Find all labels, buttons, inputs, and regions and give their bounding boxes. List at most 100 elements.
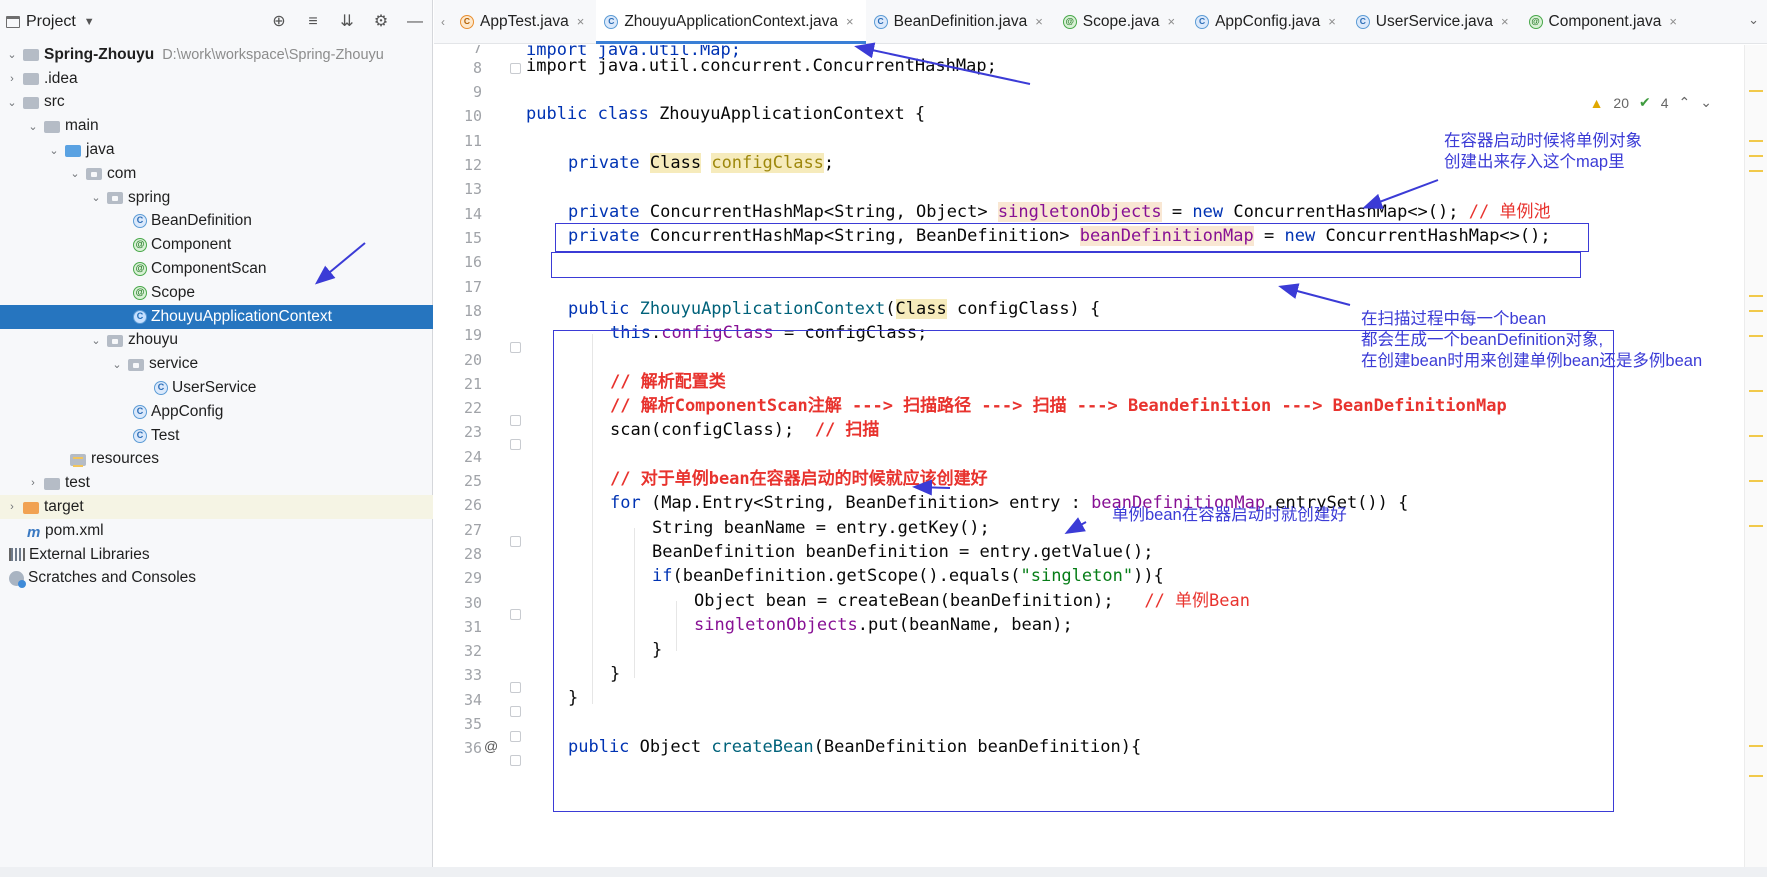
stripe-marker[interactable] (1749, 295, 1763, 297)
fold-marker[interactable] (510, 415, 521, 426)
chevron-down-icon[interactable]: ⌄ (88, 334, 104, 347)
tree-item-bean-definition[interactable]: C BeanDefinition (0, 210, 433, 234)
tab-scope[interactable]: @ Scope.java × (1055, 0, 1187, 44)
line-number: 29 (463, 569, 482, 587)
tree-item-target[interactable]: › target (0, 495, 433, 519)
tree-item-label: External Libraries (29, 545, 150, 563)
tab-apptest[interactable]: C AppTest.java × (452, 0, 596, 44)
tab-zhouyu-application-context[interactable]: C ZhouyuApplicationContext.java × (596, 0, 866, 44)
tree-item-resources[interactable]: resources (0, 448, 433, 472)
tree-item-scope[interactable]: @ Scope (0, 281, 433, 305)
fold-marker[interactable] (510, 731, 521, 742)
chevron-right-icon[interactable]: › (25, 477, 41, 489)
chevron-right-icon[interactable]: › (4, 73, 20, 85)
chevron-down-icon[interactable]: ⌄ (46, 144, 62, 157)
chevron-down-icon[interactable]: ⌄ (88, 191, 104, 204)
chevron-right-icon[interactable]: › (4, 501, 20, 513)
chevron-down-icon[interactable]: ⌄ (4, 48, 20, 61)
expand-all-icon[interactable]: ≡ (303, 12, 323, 32)
stripe-marker[interactable] (1749, 140, 1763, 142)
fold-marker[interactable] (510, 63, 521, 74)
tree-item-test[interactable]: › test (0, 471, 433, 495)
tab-bean-definition[interactable]: C BeanDefinition.java × (866, 0, 1055, 44)
tree-item-spring[interactable]: ⌄ spring (0, 186, 433, 210)
inspection-widget[interactable]: ▲ 20 ✔ 4 ⌃ ⌄ (1590, 94, 1712, 111)
chevron-down-icon[interactable]: ⌄ (1700, 94, 1712, 111)
note-line: 都会生成一个beanDefinition对象, (1361, 331, 1604, 349)
tree-item-main[interactable]: ⌄ main (0, 114, 433, 138)
chevron-left-icon[interactable]: ‹ (434, 15, 452, 29)
stripe-marker[interactable] (1749, 745, 1763, 747)
gear-icon[interactable]: ⚙ (371, 12, 391, 32)
fold-marker[interactable] (510, 682, 521, 693)
override-annotation-icon[interactable]: @ (484, 738, 498, 754)
tree-item-user-service[interactable]: C UserService (0, 376, 433, 400)
stripe-marker[interactable] (1749, 435, 1763, 437)
tree-item-component[interactable]: @ Component (0, 233, 433, 257)
note-scan-process: 在扫描过程中每一个bean 都会生成一个beanDefinition对象, 在创… (1361, 309, 1702, 372)
collapse-all-icon[interactable]: ⇊ (337, 12, 357, 32)
annotation-icon: @ (133, 238, 147, 253)
type-name: Class (649, 153, 702, 173)
project-panel: Project ▼ ⊕ ≡ ⇊ ⚙ — ⌄ Spring-Zhouyu D:\w… (0, 0, 433, 877)
tree-item-zhouyu-application-context[interactable]: C ZhouyuApplicationContext (0, 304, 433, 329)
stripe-marker[interactable] (1749, 170, 1763, 172)
close-icon[interactable]: × (1035, 14, 1043, 29)
stripe-marker[interactable] (1749, 155, 1763, 157)
tree-item-java[interactable]: ⌄ java (0, 138, 433, 162)
crosshair-icon[interactable]: ⊕ (269, 12, 289, 32)
fold-marker[interactable] (510, 536, 521, 547)
tree-item-pom[interactable]: m pom.xml (0, 519, 433, 543)
tree-item-external-libraries[interactable]: External Libraries (0, 543, 433, 567)
chevron-down-icon[interactable]: ⌄ (4, 96, 20, 109)
tree-item-component-scan[interactable]: @ ComponentScan (0, 257, 433, 281)
tree-item-src[interactable]: ⌄ src (0, 91, 433, 115)
close-icon[interactable]: × (846, 14, 854, 29)
stripe-marker[interactable] (1749, 335, 1763, 337)
tree-item-label: BeanDefinition (151, 212, 252, 230)
close-icon[interactable]: × (1501, 14, 1509, 29)
chevron-down-icon[interactable]: ⌄ (67, 167, 83, 180)
bottom-toolbar (0, 867, 1767, 877)
tree-item-zhouyu[interactable]: ⌄ zhouyu (0, 329, 433, 353)
stripe-marker[interactable] (1749, 525, 1763, 527)
chevron-up-icon[interactable]: ⌃ (1679, 94, 1691, 111)
fold-marker[interactable] (510, 609, 521, 620)
tree-item-label: test (65, 474, 90, 492)
line-number: 21 (463, 375, 482, 393)
tree-item-service[interactable]: ⌄ service (0, 352, 433, 376)
fold-marker[interactable] (510, 755, 521, 766)
close-icon[interactable]: × (1167, 14, 1175, 29)
tree-item-com[interactable]: ⌄ com (0, 162, 433, 186)
folder-icon (44, 120, 60, 133)
chevron-down-icon[interactable]: ⌄ (25, 120, 41, 133)
tab-app-config[interactable]: C AppConfig.java × (1187, 0, 1348, 44)
stripe-marker[interactable] (1749, 390, 1763, 392)
tab-component[interactable]: @ Component.java × (1521, 0, 1689, 44)
fold-marker[interactable] (510, 439, 521, 450)
tree-item-scratches[interactable]: Scratches and Consoles (0, 567, 433, 591)
minimize-icon[interactable]: — (405, 12, 425, 32)
stripe-marker[interactable] (1749, 480, 1763, 482)
tree-item-label: resources (91, 450, 160, 468)
tree-item-root[interactable]: ⌄ Spring-Zhouyu D:\work\workspace\Spring… (0, 43, 433, 67)
error-stripe[interactable] (1744, 45, 1767, 867)
tab-label: ZhouyuApplicationContext.java (624, 12, 839, 30)
tree-item-app-config[interactable]: C AppConfig (0, 400, 433, 424)
tab-user-service[interactable]: C UserService.java × (1348, 0, 1521, 44)
tree-item-test-class[interactable]: C Test (0, 424, 433, 448)
stripe-marker[interactable] (1749, 310, 1763, 312)
close-icon[interactable]: × (1328, 14, 1336, 29)
project-path: D:\work\workspace\Spring-Zhouyu (162, 46, 384, 63)
tree-item-idea[interactable]: › .idea (0, 67, 433, 91)
close-icon[interactable]: × (1669, 14, 1677, 29)
close-icon[interactable]: × (577, 14, 585, 29)
fold-marker[interactable] (510, 342, 521, 353)
fold-marker[interactable] (510, 706, 521, 717)
project-view-selector[interactable]: Project ▼ (6, 13, 95, 31)
chevron-down-icon[interactable]: ⌄ (1748, 12, 1759, 28)
chevron-down-icon[interactable]: ⌄ (109, 358, 125, 371)
stripe-marker[interactable] (1749, 90, 1763, 92)
stripe-marker[interactable] (1749, 775, 1763, 777)
line-number: 13 (463, 180, 482, 198)
